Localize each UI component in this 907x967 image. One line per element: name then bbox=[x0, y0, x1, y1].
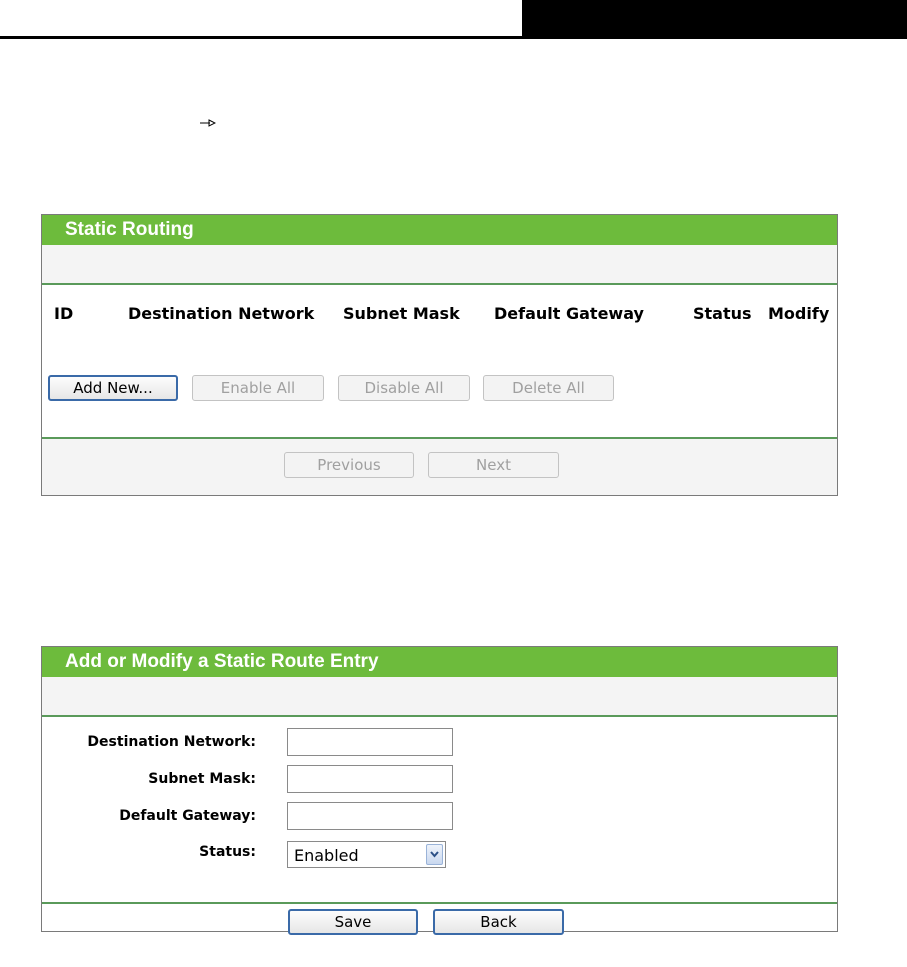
divider bbox=[42, 283, 837, 285]
status-select-value: Enabled bbox=[294, 846, 359, 865]
previous-button[interactable]: Previous bbox=[284, 452, 414, 478]
arrow-right-icon bbox=[200, 119, 216, 127]
divider bbox=[42, 715, 837, 717]
column-id: ID bbox=[54, 304, 74, 323]
subnet-mask-label: Subnet Mask: bbox=[148, 771, 256, 787]
column-status: Status bbox=[693, 304, 752, 323]
disable-all-button[interactable]: Disable All bbox=[338, 375, 470, 401]
delete-all-button[interactable]: Delete All bbox=[483, 375, 614, 401]
header-black-block bbox=[522, 0, 907, 39]
column-subnet-mask: Subnet Mask bbox=[343, 304, 460, 323]
back-button[interactable]: Back bbox=[433, 909, 564, 935]
next-button[interactable]: Next bbox=[428, 452, 559, 478]
default-gateway-input[interactable] bbox=[287, 802, 453, 830]
destination-network-input[interactable] bbox=[287, 728, 453, 756]
static-routing-title: Static Routing bbox=[42, 215, 837, 245]
route-entry-panel: Add or Modify a Static Route Entry Desti… bbox=[41, 646, 838, 935]
route-entry-title: Add or Modify a Static Route Entry bbox=[42, 647, 837, 677]
status-label: Status: bbox=[199, 844, 256, 860]
top-band bbox=[42, 245, 837, 283]
enable-all-button[interactable]: Enable All bbox=[192, 375, 324, 401]
column-modify: Modify bbox=[768, 304, 830, 323]
status-select[interactable]: Enabled bbox=[287, 841, 446, 868]
chevron-down-icon[interactable] bbox=[426, 844, 443, 865]
subnet-mask-input[interactable] bbox=[287, 765, 453, 793]
column-default-gateway: Default Gateway bbox=[494, 304, 644, 323]
top-band bbox=[42, 677, 837, 715]
column-destination-network: Destination Network bbox=[128, 304, 315, 323]
default-gateway-label: Default Gateway: bbox=[119, 808, 256, 824]
destination-network-label: Destination Network: bbox=[87, 734, 256, 750]
header-rule bbox=[0, 36, 907, 39]
static-routing-panel: Static Routing ID Destination Network Su… bbox=[41, 214, 838, 496]
add-new-button[interactable]: Add New... bbox=[48, 375, 178, 401]
save-button[interactable]: Save bbox=[288, 909, 418, 935]
